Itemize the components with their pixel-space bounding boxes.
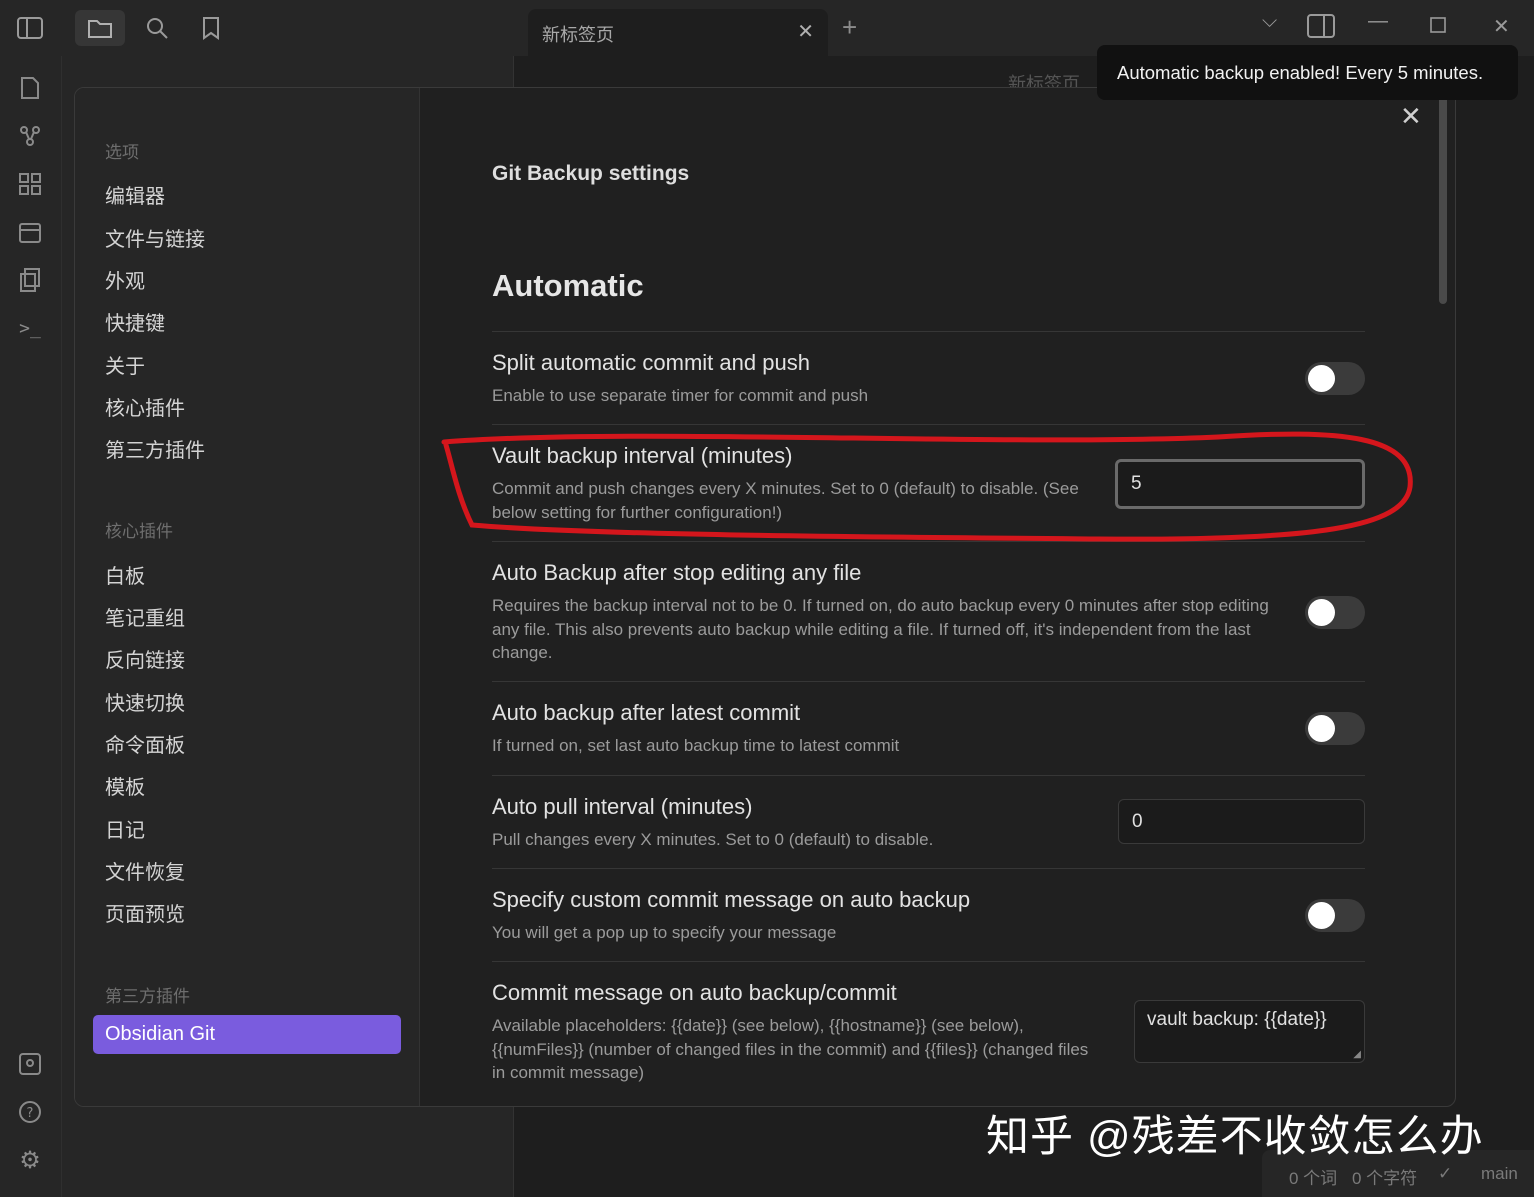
setting-name: Split automatic commit and push	[492, 350, 810, 375]
setting-auto-backup-latest-commit: Auto backup after latest commit If turne…	[492, 681, 1365, 775]
scrollbar[interactable]	[1439, 96, 1447, 304]
commit-message-value: vault backup: {{date}}	[1147, 1009, 1327, 1030]
canvas-icon[interactable]	[14, 168, 46, 200]
svg-text:?: ?	[27, 1106, 34, 1121]
tab-new[interactable]: 新标签页 ✕	[528, 9, 828, 56]
maximize-icon[interactable]	[1430, 16, 1446, 39]
setting-auto-backup-stop-editing: Auto Backup after stop editing any file …	[492, 541, 1365, 681]
tab-close-icon[interactable]: ✕	[797, 19, 814, 44]
nav-item-hotkeys[interactable]: 快捷键	[105, 307, 165, 336]
resize-grip-icon[interactable]: ◢	[1353, 1049, 1361, 1060]
setting-desc: Requires the backup interval not to be 0…	[492, 596, 1269, 662]
setting-name: Vault backup interval (minutes)	[492, 443, 793, 468]
commit-message-textarea[interactable]: vault backup: {{date}} ◢	[1134, 1000, 1365, 1063]
nav-item-file-recovery[interactable]: 文件恢复	[105, 856, 185, 885]
setting-desc: You will get a pop up to specify your me…	[492, 923, 837, 942]
templates-icon[interactable]	[14, 264, 46, 296]
nav-item-daily-notes[interactable]: 日记	[105, 814, 145, 843]
setting-name: Auto pull interval (minutes)	[492, 794, 753, 819]
calendar-icon[interactable]	[14, 216, 46, 248]
close-window-icon[interactable]: ✕	[1493, 14, 1510, 39]
help-icon[interactable]: ?	[14, 1096, 46, 1128]
new-tab-icon[interactable]: +	[842, 12, 857, 43]
nav-item-quick-switcher[interactable]: 快速切换	[105, 687, 185, 716]
file-explorer-icon[interactable]	[75, 10, 125, 46]
bookmark-icon[interactable]	[191, 10, 231, 46]
settings-gear-icon[interactable]: ⚙	[14, 1144, 46, 1176]
setting-name: Specify custom commit message on auto ba…	[492, 887, 971, 912]
setting-name: Auto backup after latest commit	[492, 700, 801, 725]
tab-title: 新标签页	[542, 25, 614, 45]
nav-item-note-composer[interactable]: 笔记重组	[105, 602, 185, 631]
nav-heading-options: 选项	[105, 143, 139, 162]
toggle-left-sidebar-icon[interactable]	[10, 10, 50, 46]
char-count: 0 个字符	[1352, 1169, 1418, 1188]
nav-item-command-palette[interactable]: 命令面板	[105, 729, 185, 758]
setting-desc: Enable to use separate timer for commit …	[492, 386, 869, 405]
setting-desc: Pull changes every X minutes. Set to 0 (…	[492, 830, 934, 849]
nav-item-backlinks[interactable]: 反向链接	[105, 644, 185, 673]
page-title: Git Backup settings	[492, 162, 690, 185]
terminal-icon[interactable]: >_	[14, 312, 46, 344]
split-commit-push-toggle[interactable]	[1305, 362, 1365, 395]
setting-commit-message-template: Commit message on auto backup/commit Ava…	[492, 961, 1365, 1106]
toggle-right-sidebar-icon[interactable]	[1307, 14, 1335, 44]
nav-item-files-links[interactable]: 文件与链接	[105, 223, 205, 252]
setting-auto-pull-interval: Auto pull interval (minutes) Pull change…	[492, 775, 1365, 868]
notice-toast: Automatic backup enabled! Every 5 minute…	[1097, 45, 1518, 100]
auto-backup-latest-commit-toggle[interactable]	[1305, 712, 1365, 745]
tab-list-chevron-icon[interactable]: ⌵	[1262, 10, 1277, 33]
nav-item-editor[interactable]: 编辑器	[105, 180, 165, 209]
auto-backup-stop-editing-toggle[interactable]	[1305, 596, 1365, 629]
nav-item-canvas[interactable]: 白板	[105, 560, 145, 589]
modal-close-icon[interactable]: ✕	[1400, 101, 1422, 132]
settings-modal: 选项 编辑器 文件与链接 外观 快捷键 关于 核心插件 第三方插件 核心插件 白…	[74, 87, 1456, 1107]
setting-desc: If turned on, set last auto backup time …	[492, 736, 900, 755]
ribbon: >_ ? ⚙	[0, 56, 62, 1197]
nav-item-obsidian-git[interactable]: Obsidian Git	[93, 1015, 401, 1054]
nav-item-page-preview[interactable]: 页面预览	[105, 898, 185, 927]
setting-vault-backup-interval: Vault backup interval (minutes) Commit a…	[492, 424, 1365, 541]
nav-item-about[interactable]: 关于	[105, 350, 145, 379]
setting-name: Commit message on auto backup/commit	[492, 980, 897, 1005]
setting-split-commit-push: Split automatic commit and push Enable t…	[492, 331, 1365, 424]
setting-desc: Commit and push changes every X minutes.…	[492, 479, 1079, 522]
nav-item-appearance[interactable]: 外观	[105, 265, 145, 294]
setting-name: Auto Backup after stop editing any file	[492, 560, 862, 585]
section-heading: Automatic	[492, 268, 644, 303]
search-icon[interactable]	[137, 10, 177, 46]
nav-item-core-plugins[interactable]: 核心插件	[105, 392, 185, 421]
nav-heading-community: 第三方插件	[105, 987, 190, 1006]
custom-commit-message-toggle[interactable]	[1305, 899, 1365, 932]
watermark: 知乎 @残差不收敛怎么办	[986, 1113, 1484, 1161]
word-count: 0 个词	[1289, 1169, 1338, 1188]
graph-view-icon[interactable]	[14, 120, 46, 152]
vault-backup-interval-input[interactable]: 5	[1115, 459, 1365, 509]
setting-desc: Available placeholders: {{date}} (see be…	[492, 1016, 1089, 1082]
nav-heading-core: 核心插件	[105, 522, 173, 541]
sync-check-icon: ✓	[1438, 1164, 1453, 1183]
git-branch[interactable]: main	[1481, 1164, 1518, 1184]
open-note-icon[interactable]	[14, 72, 46, 104]
vault-switcher-icon[interactable]	[14, 1048, 46, 1080]
auto-pull-interval-input[interactable]: 0	[1118, 799, 1365, 844]
setting-custom-commit-message: Specify custom commit message on auto ba…	[492, 868, 1365, 961]
nav-item-templates[interactable]: 模板	[105, 771, 145, 800]
nav-item-community-plugins[interactable]: 第三方插件	[105, 434, 205, 463]
settings-nav: 选项 编辑器 文件与链接 外观 快捷键 关于 核心插件 第三方插件 核心插件 白…	[75, 88, 420, 1106]
settings-content: Git Backup settings Automatic Split auto…	[492, 88, 1367, 1106]
minimize-icon[interactable]: —	[1368, 10, 1388, 33]
